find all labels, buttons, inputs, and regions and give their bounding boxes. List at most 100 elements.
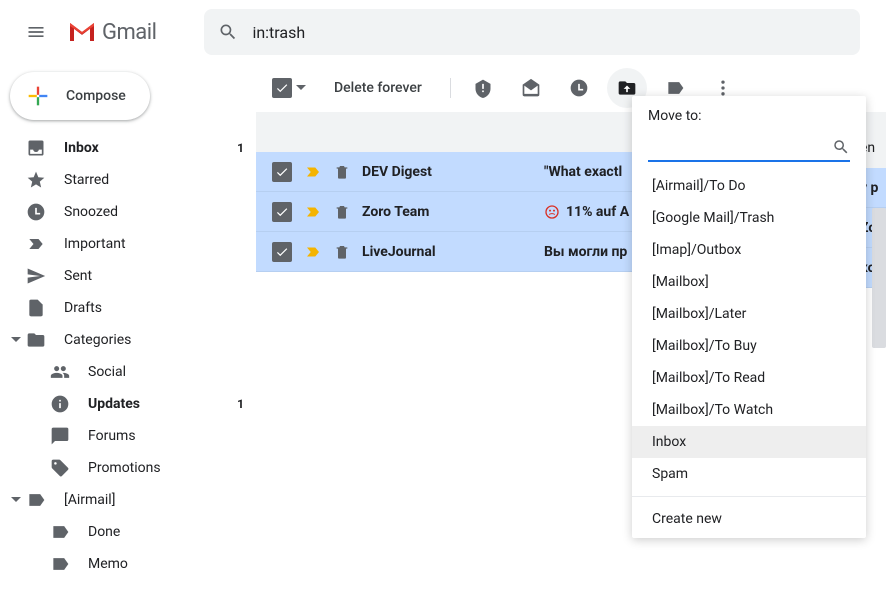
gmail-logo-text: Gmail (102, 20, 156, 45)
tag-icon (50, 458, 70, 478)
sidebar-item-label: Sent (64, 268, 244, 284)
chat-icon (50, 426, 70, 446)
snooze-button[interactable] (559, 68, 599, 108)
check-icon (275, 245, 289, 259)
sidebar-item-label: Social (88, 364, 244, 380)
check-icon (275, 205, 289, 219)
clock-icon (26, 202, 46, 222)
search-bar[interactable] (204, 9, 860, 55)
row-sender: Zoro Team (362, 204, 532, 220)
caret-down-icon (6, 335, 26, 345)
sidebar-item-snoozed[interactable]: Snoozed (0, 196, 256, 228)
label-icon (26, 490, 46, 510)
row-checkbox[interactable] (272, 242, 292, 262)
sidebar-item-label: Done (88, 524, 244, 540)
sidebar-item-starred[interactable]: Starred (0, 164, 256, 196)
main-menu-button[interactable] (16, 12, 56, 52)
important-marker-icon[interactable] (304, 163, 322, 181)
airmail-sublist: Done Memo (0, 516, 256, 580)
label-icon (50, 522, 70, 542)
trash-label-icon (334, 164, 350, 180)
gmail-icon (68, 21, 96, 43)
row-sender: DEV Digest (362, 164, 532, 180)
panel-title: Move to: (632, 108, 866, 134)
sidebar-item-sent[interactable]: Sent (0, 260, 256, 292)
label-icon (50, 554, 70, 574)
mark-read-button[interactable] (511, 68, 551, 108)
move-option[interactable]: [Imap]/Outbox (632, 234, 866, 266)
move-to-panel: Move to: [Airmail]/To Do [Google Mail]/T… (632, 96, 866, 538)
row-checkbox[interactable] (272, 162, 292, 182)
more-vert-icon (713, 78, 733, 98)
sidebar-item-forums[interactable]: Forums (24, 420, 256, 452)
plus-icon (24, 82, 52, 110)
scrollbar-thumb[interactable] (872, 208, 886, 348)
move-option[interactable]: [Google Mail]/Trash (632, 202, 866, 234)
sidebar-item-memo[interactable]: Memo (24, 548, 256, 580)
categories-sublist: Social Updates 1 Forums Promotions (0, 356, 256, 484)
sidebar-item-count: 1 (237, 397, 244, 411)
sidebar-item-updates[interactable]: Updates 1 (24, 388, 256, 420)
sidebar-item-label: Promotions (88, 460, 244, 476)
search-input[interactable] (252, 23, 846, 42)
sidebar-item-label: Memo (88, 556, 244, 572)
move-option[interactable]: [Airmail]/To Do (632, 170, 866, 202)
row-sender: LiveJournal (362, 244, 532, 260)
sidebar-item-label: Starred (64, 172, 244, 188)
sidebar-item-airmail[interactable]: [Airmail] (0, 484, 256, 516)
caret-down-icon (6, 495, 26, 505)
create-new-label[interactable]: Create new (632, 503, 866, 530)
divider (632, 496, 866, 497)
sidebar-item-categories[interactable]: Categories (0, 324, 256, 356)
check-icon (275, 165, 289, 179)
row-checkbox[interactable] (272, 202, 292, 222)
gmail-logo[interactable]: Gmail (68, 20, 156, 45)
move-folder-icon (617, 78, 637, 98)
sidebar-item-label: Inbox (64, 140, 237, 156)
separator (450, 78, 451, 98)
sidebar-item-label: Categories (64, 332, 244, 348)
sidebar-item-label: Forums (88, 428, 244, 444)
move-option[interactable]: [Mailbox]/To Read (632, 362, 866, 394)
check-icon (275, 81, 289, 95)
move-option[interactable]: [Mailbox]/Later (632, 298, 866, 330)
caret-down-icon (296, 83, 306, 93)
move-option[interactable]: [Mailbox] (632, 266, 866, 298)
sidebar-item-promotions[interactable]: Promotions (24, 452, 256, 484)
star-icon (26, 170, 46, 190)
sidebar: Compose Inbox 1 Starred Snoozed Importan… (0, 64, 256, 595)
hamburger-icon (26, 22, 46, 42)
sidebar-item-important[interactable]: Important (0, 228, 256, 260)
sidebar-item-social[interactable]: Social (24, 356, 256, 388)
info-icon (50, 394, 70, 414)
label-icon (665, 78, 685, 98)
file-icon (26, 298, 46, 318)
important-marker-icon[interactable] (304, 203, 322, 221)
sidebar-item-done[interactable]: Done (24, 516, 256, 548)
move-option-inbox[interactable]: Inbox (632, 426, 866, 458)
delete-forever-button[interactable]: Delete forever (318, 80, 438, 96)
select-all-checkbox[interactable] (272, 78, 292, 98)
sidebar-item-label: [Airmail] (64, 492, 244, 508)
move-option[interactable]: [Mailbox]/To Buy (632, 330, 866, 362)
panel-search-input[interactable] (648, 139, 832, 155)
sidebar-item-label: Drafts (64, 300, 244, 316)
move-option[interactable]: Spam (632, 458, 866, 490)
trash-label-icon (334, 244, 350, 260)
clock-icon (569, 78, 589, 98)
panel-search[interactable] (648, 134, 850, 162)
mail-open-icon (521, 78, 541, 98)
panel-list: [Airmail]/To Do [Google Mail]/Trash [Ima… (632, 170, 866, 530)
people-icon (50, 362, 70, 382)
row-subject-text: 11% auf A (566, 204, 629, 220)
report-spam-button[interactable] (463, 68, 503, 108)
sidebar-item-drafts[interactable]: Drafts (0, 292, 256, 324)
sidebar-item-count: 1 (237, 141, 244, 155)
compose-button[interactable]: Compose (10, 72, 150, 120)
important-marker-icon[interactable] (304, 243, 322, 261)
select-dropdown[interactable] (292, 83, 310, 93)
sidebar-item-label: Important (64, 236, 244, 252)
move-option[interactable]: [Mailbox]/To Watch (632, 394, 866, 426)
sidebar-item-inbox[interactable]: Inbox 1 (0, 132, 256, 164)
select-all-combo[interactable] (272, 78, 310, 98)
